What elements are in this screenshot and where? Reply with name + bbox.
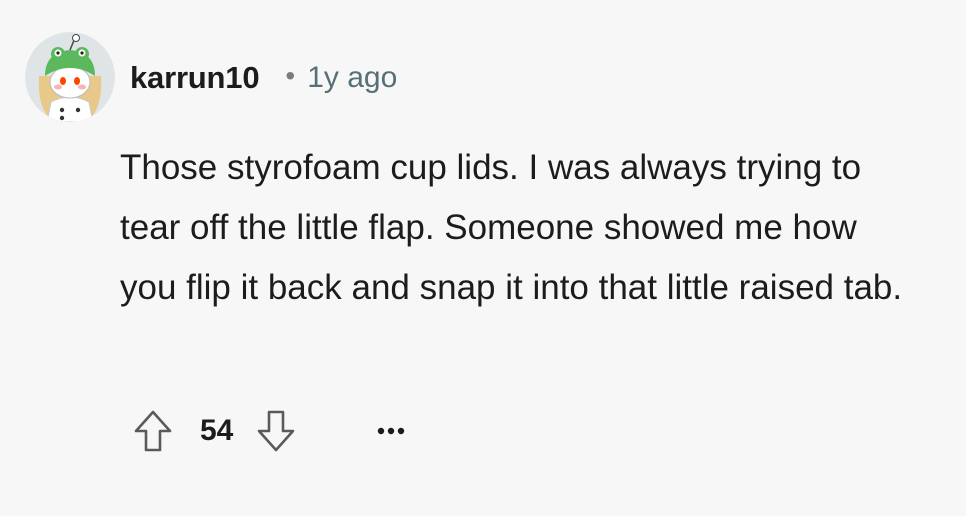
upvote-button[interactable] <box>128 406 178 456</box>
more-options-icon <box>378 427 405 435</box>
comment-meta: karrun10 • 1y ago <box>130 58 397 98</box>
comment: karrun10 • 1y ago Those styrofoam cup li… <box>0 0 966 516</box>
snoo-frog-hat-avatar-icon <box>25 32 115 122</box>
meta-separator: • <box>285 60 296 91</box>
comment-body: Those styrofoam cup lids. I was always t… <box>120 148 903 307</box>
upvote-arrow-icon <box>134 410 172 452</box>
more-options-button[interactable] <box>369 409 413 453</box>
downvote-arrow-icon <box>258 410 295 452</box>
author-username[interactable]: karrun10 <box>130 60 260 96</box>
downvote-button[interactable] <box>251 406 301 456</box>
vote-score: 54 <box>200 414 234 447</box>
timestamp[interactable]: 1y ago <box>307 61 397 95</box>
avatar[interactable] <box>25 32 115 122</box>
comment-actions: 54 <box>128 402 413 460</box>
